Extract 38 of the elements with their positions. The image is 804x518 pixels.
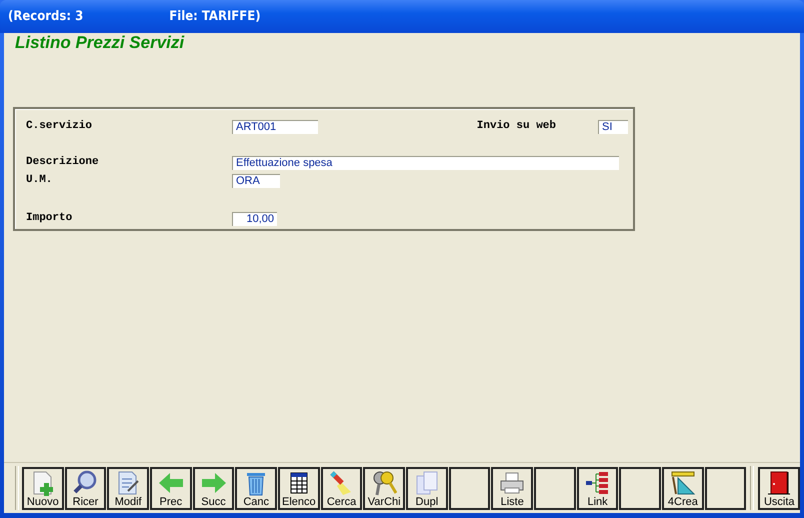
printer-icon (499, 470, 526, 496)
toolbar-button[interactable]: Link (576, 466, 618, 510)
page-heading: Listino Prezzi Servizi (15, 33, 184, 52)
toolbar-button[interactable]: Dupl (406, 466, 448, 510)
field-label: Invio su web (476, 120, 556, 132)
input-field[interactable]: Effettuazione spesa (232, 156, 619, 170)
toolbar-button[interactable]: Uscita (758, 466, 800, 510)
hierarchy-icon (584, 470, 611, 496)
field-label: Descrizione (26, 156, 99, 168)
toolbar-button[interactable]: Cerca (320, 466, 362, 510)
copy-icon (414, 470, 440, 496)
toolbar-button[interactable]: Elenco (278, 466, 320, 510)
toolbar-button[interactable]: Succ (192, 466, 234, 510)
input-field[interactable]: ART001 (232, 120, 318, 134)
toolbar-button[interactable]: Prec (150, 466, 192, 510)
toolbar-button[interactable]: Liste (491, 466, 534, 510)
input-field[interactable]: 10,00 (232, 212, 277, 226)
keys-icon (371, 470, 398, 496)
toolbar-button[interactable]: Ricer (64, 466, 106, 510)
toolbar-button[interactable]: Modif (107, 466, 149, 510)
empty-button[interactable] (619, 466, 662, 510)
toolbar-button[interactable]: 4Crea (662, 466, 704, 510)
record-count: (Records: 3 (8, 9, 84, 24)
empty-button[interactable] (704, 466, 746, 510)
empty-button[interactable] (534, 466, 576, 510)
magnifier-icon (72, 470, 98, 496)
toolbar-button[interactable]: Nuovo (22, 466, 64, 510)
field-label: U.M. (26, 174, 52, 186)
ruler-triangle-icon (670, 470, 696, 496)
toolbar-button[interactable]: VarChi (363, 466, 406, 510)
input-field[interactable]: SI (598, 120, 628, 134)
file-name: File: TARIFFE) (169, 9, 261, 24)
field-label: C.servizio (26, 120, 92, 132)
toolbar-button[interactable]: Canc (235, 466, 278, 510)
door-icon (766, 470, 792, 496)
input-field[interactable]: ORA (232, 174, 280, 188)
empty-button[interactable] (448, 466, 490, 510)
field-label: Importo (26, 212, 72, 224)
